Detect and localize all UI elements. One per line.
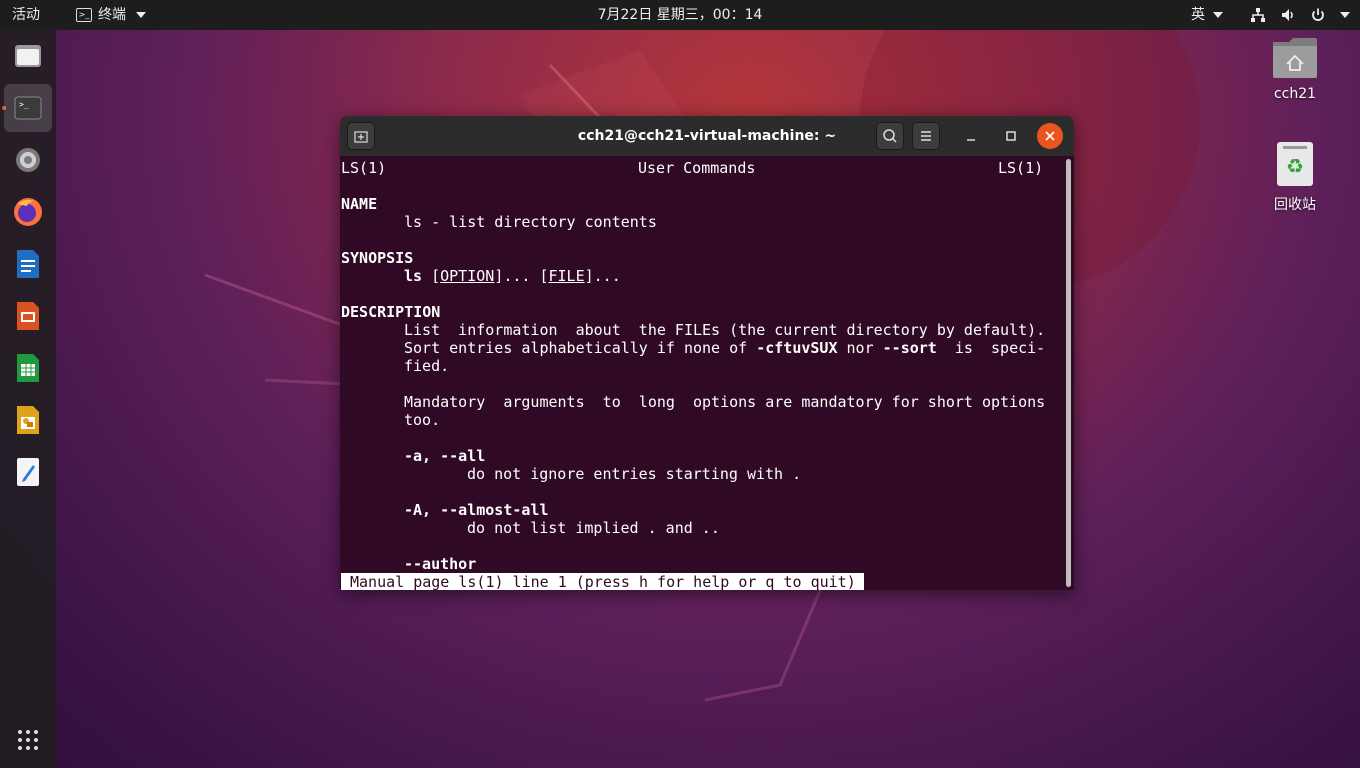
option-all: -a, --all [404,447,486,465]
desktop-trash[interactable]: ♻ 回收站 [1255,140,1335,214]
close-button[interactable] [1037,123,1063,149]
dock-libreoffice-calc[interactable] [4,344,52,392]
man-header-right: LS(1) [998,159,1044,177]
input-method-menu[interactable]: 英 [1191,0,1223,30]
text-editor-icon [17,458,39,486]
synopsis-file: FILE [548,267,585,285]
trash-label: 回收站 [1274,197,1316,213]
dock-libreoffice-impress[interactable] [4,292,52,340]
writer-icon [17,250,39,278]
desc-flag: -cftuvSUX [756,339,838,357]
synopsis-command: ls [404,267,423,285]
show-applications-button[interactable] [4,716,52,764]
desc-text: is speci‐ [936,339,1046,357]
desc-flag: --sort [882,339,937,357]
description-line: Sort entries alphabetically if none of -… [404,339,1045,357]
minimize-button[interactable] [957,122,985,150]
description-line: List information about the FILEs (the cu… [404,321,1046,339]
terminal-content[interactable]: LS(1) User Commands LS(1) NAME ls - list… [341,157,1063,590]
name-text: ls - list directory contents [404,213,657,231]
volume-icon [1282,9,1293,21]
option-all-desc: do not ignore entries starting with . [467,465,802,483]
trash-icon: ♻ [1277,142,1313,186]
new-tab-icon [354,131,368,143]
pager-status-line: Manual page ls(1) line 1 (press h for he… [341,573,864,590]
option-author: --author [404,555,477,573]
calc-icon [17,354,39,382]
network-icon [1251,8,1265,22]
synopsis-option: OPTION [440,267,495,285]
files-icon [15,45,41,67]
section-description-heading: DESCRIPTION [341,303,441,321]
terminal-window[interactable]: cch21@cch21-virtual-machine: ~ LS(1) Use… [340,116,1074,590]
dock: >_ [0,30,56,768]
svg-text:♻: ♻ [1286,154,1304,178]
synopsis-dots: ... [503,267,531,285]
description-line: fied. [404,357,450,375]
power-icon [1312,8,1324,21]
search-icon [883,129,897,143]
maximize-button[interactable] [997,122,1025,150]
man-header-center: User Commands [638,159,756,177]
new-tab-button[interactable] [347,122,375,150]
option-almost-all-desc: do not list implied . and .. [467,519,720,537]
system-menu[interactable] [1250,0,1350,30]
option-almost-all: -A, --almost-all [404,501,549,519]
dock-text-editor[interactable] [4,448,52,496]
clock-label: 7月22日 星期三，00：14 [597,7,763,23]
firefox-icon [14,198,42,226]
dock-terminal[interactable]: >_ [4,84,52,132]
search-button[interactable] [876,122,904,150]
dock-settings[interactable] [4,136,52,184]
menu-button[interactable] [912,122,940,150]
dock-libreoffice-draw[interactable] [4,396,52,444]
chevron-down-icon [1213,12,1223,18]
svg-text:>_: >_ [19,100,29,109]
man-header-left: LS(1) [341,159,387,177]
section-synopsis-heading: SYNOPSIS [341,249,414,267]
minimize-icon [967,139,975,141]
dock-files[interactable] [4,32,52,80]
draw-icon [17,406,39,434]
dock-libreoffice-writer[interactable] [4,240,52,288]
impress-icon [17,302,39,330]
description-line: Mandatory arguments to long options are … [404,393,1046,411]
app-grid-icon [18,730,38,750]
section-name-heading: NAME [341,195,378,213]
clock[interactable]: 7月22日 星期三，00：14 [0,0,1360,30]
synopsis-line: ls [OPTION]... [FILE]... [404,267,621,285]
home-folder-icon [1273,38,1317,78]
terminal-icon: >_ [14,96,42,120]
home-folder-label: cch21 [1273,86,1317,102]
synopsis-dots: ... [593,267,621,285]
dock-firefox[interactable] [4,188,52,236]
settings-gear-icon [16,148,40,172]
title-bar[interactable]: cch21@cch21-virtual-machine: ~ [340,116,1074,156]
close-icon [1045,131,1055,141]
desktop-home-folder[interactable]: cch21 [1255,36,1335,102]
desc-text: nor [837,339,883,357]
scrollbar[interactable] [1066,159,1071,587]
maximize-icon [1006,131,1016,141]
description-line: too. [404,411,441,429]
top-bar: 活动 >_ 终端 7月22日 星期三，00：14 英 [0,0,1360,30]
input-method-label: 英 [1191,7,1205,23]
hamburger-menu-icon [921,131,931,141]
desc-text: Sort entries alphabetically if none of [404,339,757,357]
chevron-down-icon [1340,12,1350,18]
